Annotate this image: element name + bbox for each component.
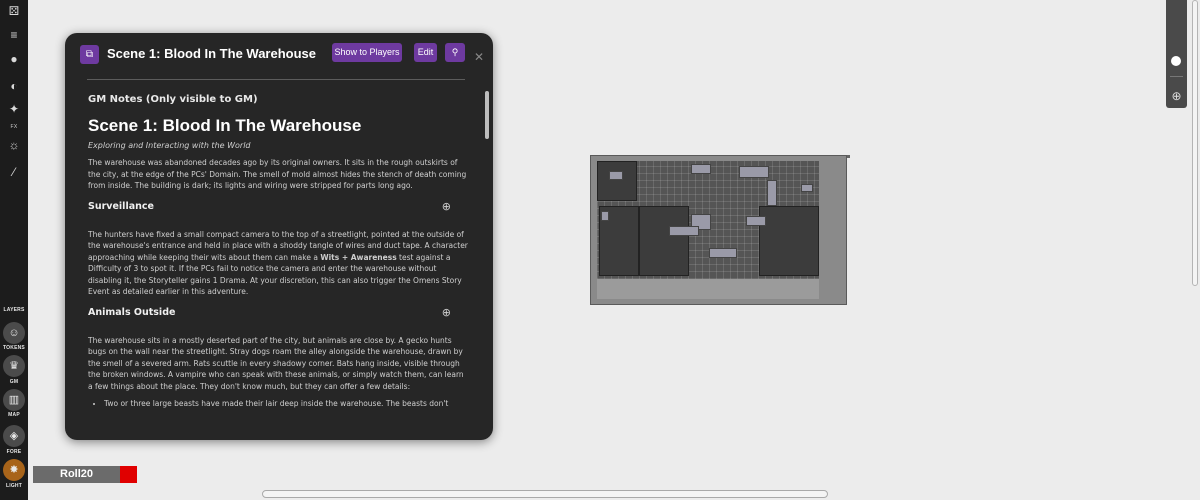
pointer-fx-icon[interactable]: ✦ (6, 101, 22, 117)
map-layer-label: MAP (8, 412, 20, 418)
light-icon[interactable]: ☼ (6, 137, 22, 153)
left-toolbar: ⚄ ≡ ● ◐ ✦ FX ☼ ⁄ LAYERS ☺ TOKENS ♛ GM ▥ … (0, 0, 28, 500)
map-alley (597, 279, 819, 299)
warehouse-map[interactable] (590, 155, 847, 305)
map-room (639, 206, 689, 276)
light-layer-label: LIGHT (6, 483, 22, 489)
handout-icon: ⧉ (80, 45, 99, 64)
player-name: Roll20 (60, 468, 94, 480)
foreground-layer-button[interactable]: ◈ (3, 425, 25, 447)
fx-label: FX (10, 124, 18, 130)
tokens-layer-label: TOKENS (3, 345, 25, 351)
map-icon: ▥ (8, 394, 20, 406)
panel-scrollbar[interactable] (485, 91, 489, 139)
light-layer-icon: ✸ (9, 464, 19, 476)
fore-layer-label: FORE (6, 449, 22, 455)
gm-crown-icon: ♛ (9, 360, 19, 372)
map-crate (669, 226, 699, 236)
map-room (597, 161, 637, 201)
map-layer-button[interactable]: ▥ (3, 389, 25, 411)
title-divider (87, 79, 465, 80)
handout-panel: ⧉ Scene 1: Blood In The Warehouse Show t… (65, 33, 493, 440)
foreground-icon: ◈ (9, 430, 19, 442)
tokens-icon: ☺ (8, 327, 20, 339)
map-crate (609, 171, 623, 180)
show-to-players-button[interactable]: Show to Players (332, 43, 402, 62)
crosshair-icon[interactable]: ⊕ (442, 200, 451, 213)
zoom-control: ⊕ (1166, 0, 1187, 108)
handout-content: GM Notes (Only visible to GM) Scene 1: B… (88, 94, 468, 409)
magic-icon[interactable]: ⁄ (6, 164, 22, 180)
section-paragraph: The hunters have fixed a small compact c… (88, 229, 468, 297)
pin-icon[interactable]: ● (6, 51, 22, 67)
edit-button[interactable]: Edit (414, 43, 437, 62)
map-crate (801, 184, 813, 192)
vertical-scrollbar[interactable] (1192, 0, 1198, 286)
light-layer-button[interactable]: ✸ (3, 459, 25, 481)
dice-icon[interactable]: ⚄ (6, 3, 22, 19)
zoom-divider (1170, 76, 1183, 77)
map-crate (601, 211, 609, 221)
scene-subtitle: Exploring and Interacting with the World (88, 141, 251, 150)
horizontal-scrollbar[interactable] (262, 490, 828, 498)
draw-icon[interactable]: ≡ (6, 27, 22, 43)
search-button[interactable]: ⚲ (445, 43, 465, 62)
layers-label: LAYERS (3, 307, 25, 313)
tokens-layer-button[interactable]: ☺ (3, 322, 25, 344)
player-bar[interactable]: Roll20 (33, 466, 137, 483)
gm-layer-button[interactable]: ♛ (3, 355, 25, 377)
section-heading: Animals Outside ⊕ (88, 305, 451, 319)
crosshair-icon[interactable]: ⊕ (1170, 90, 1183, 103)
close-icon[interactable]: ✕ (474, 50, 484, 64)
details-list: Two or three large beasts have made thei… (104, 398, 468, 409)
player-color-swatch (120, 466, 137, 483)
zoom-slider-knob[interactable] (1171, 56, 1181, 66)
map-crate (767, 180, 777, 206)
search-icon: ⚲ (451, 47, 459, 57)
panel-title: Scene 1: Blood In The Warehouse (107, 46, 316, 61)
map-room (759, 206, 819, 276)
map-crate (746, 216, 766, 226)
crosshair-icon[interactable]: ⊕ (442, 306, 451, 319)
map-resize-handle[interactable] (847, 155, 850, 158)
intro-paragraph: The warehouse was abandoned decades ago … (88, 158, 467, 190)
section-paragraph: The warehouse sits in a mostly deserted … (88, 335, 464, 391)
map-crate (739, 166, 769, 178)
gm-notes-label: GM Notes (Only visible to GM) (88, 94, 258, 105)
fog-icon[interactable]: ◐ (6, 78, 22, 94)
section-heading: Surveillance ⊕ (88, 199, 451, 213)
scene-heading: Scene 1: Blood In The Warehouse (88, 116, 362, 135)
gm-layer-label: GM (9, 379, 19, 385)
map-crate (709, 248, 737, 258)
list-item: Two or three large beasts have made thei… (104, 398, 468, 409)
map-crate (691, 164, 711, 174)
